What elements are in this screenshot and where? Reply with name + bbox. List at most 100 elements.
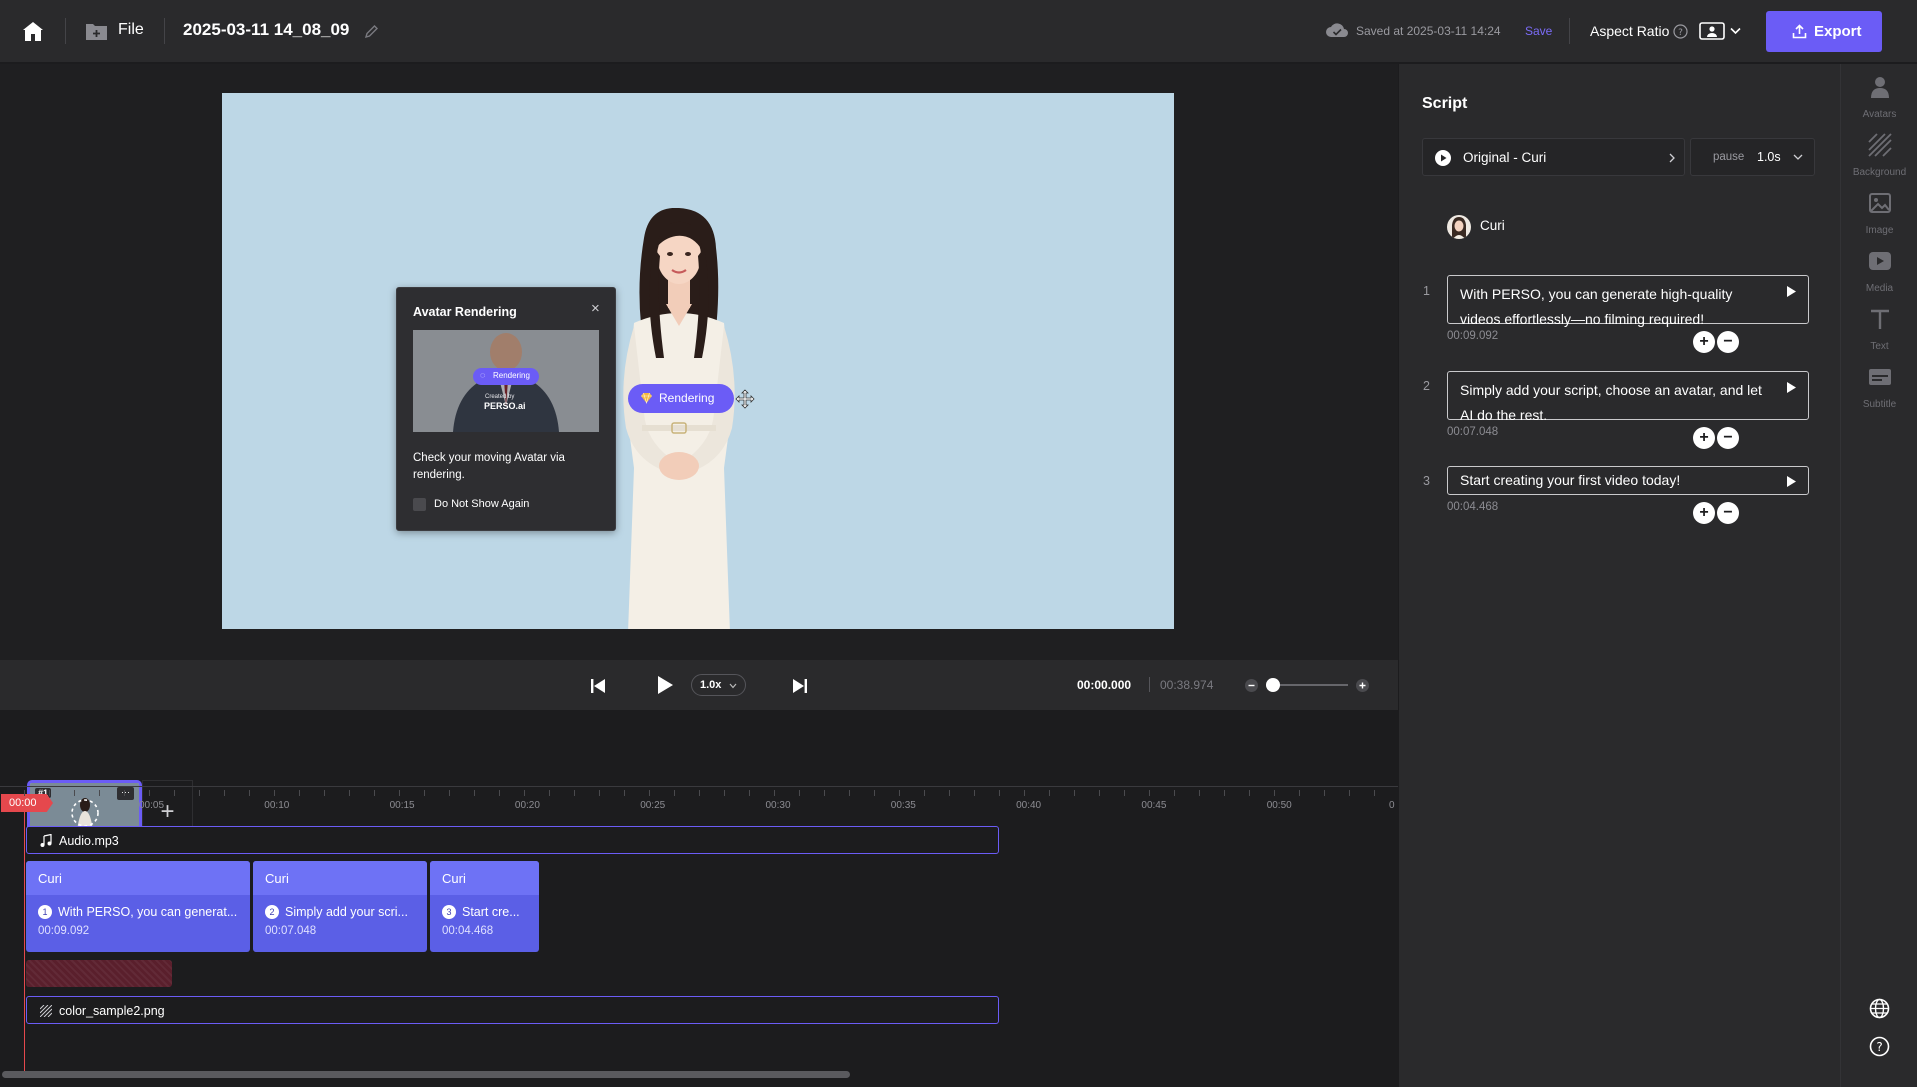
current-time: 00:00.000 (1077, 678, 1132, 692)
file-menu-button[interactable]: File (85, 20, 155, 44)
timeline-tick-label: 0 (1389, 800, 1395, 811)
rail-label: Avatars (1862, 109, 1897, 120)
remove-line-button[interactable]: − (1717, 427, 1739, 449)
rail-image[interactable]: Image (1841, 180, 1917, 240)
timeline-tick-label: 00:35 (890, 800, 916, 811)
remove-line-button[interactable]: − (1717, 502, 1739, 524)
rendering-badge-label: Rendering (659, 391, 715, 405)
top-header: File 2025-03-11 14_08_09 Saved at 2025-0… (0, 0, 1917, 63)
popup-message: Check your moving Avatar via rendering. (413, 452, 565, 481)
script-clip-3[interactable]: Curi 3 Start cre... 00:04.468 (430, 861, 539, 952)
pause-label: pause (1713, 151, 1745, 163)
rail-background[interactable]: Background (1841, 122, 1917, 182)
speed-value: 1.0x (700, 679, 722, 691)
video-canvas[interactable]: Rendering Avatar Rendering × ◌ Rendering… (222, 93, 1174, 629)
script-line-3[interactable]: Start creating your first video today! (1447, 466, 1809, 495)
rail-subtitle[interactable]: Subtitle (1841, 354, 1917, 414)
aspect-ratio-dropdown[interactable] (1699, 21, 1744, 41)
background-icon (1867, 133, 1892, 157)
timeline-tick-label: 00:40 (1016, 800, 1042, 811)
play-line-icon[interactable] (1786, 475, 1797, 488)
zoom-out-icon[interactable] (1244, 678, 1259, 693)
clip-text: With PERSO, you can generat... (58, 905, 238, 919)
globe-language-icon[interactable] (1869, 998, 1890, 1019)
clip-duration: 00:09.092 (38, 925, 90, 937)
script-line-duration: 00:09.092 (1447, 330, 1499, 342)
add-line-button[interactable]: + (1693, 427, 1715, 449)
zoom-in-icon[interactable] (1355, 678, 1370, 693)
timeline-tick-label: 00:05 (139, 800, 165, 811)
script-line-text: Start creating your first video today! (1460, 472, 1681, 488)
script-line-number: 1 (1423, 284, 1430, 298)
script-line-duration: 00:04.468 (1447, 501, 1499, 513)
clip-number: 3 (442, 905, 456, 919)
avatar-figure[interactable] (604, 208, 754, 629)
rail-text[interactable]: Text (1841, 296, 1917, 356)
clip-number: 1 (38, 905, 52, 919)
export-button[interactable]: Export (1766, 11, 1882, 52)
play-icon[interactable] (656, 675, 674, 695)
timeline-tick-label: 00:30 (765, 800, 791, 811)
timeline-scrollbar[interactable] (2, 1071, 850, 1078)
add-line-button[interactable]: + (1693, 331, 1715, 353)
script-line-number: 3 (1423, 474, 1430, 488)
preview-check-icon: ◌ (480, 370, 486, 380)
preview-brand: PERSO.ai (484, 401, 526, 411)
do-not-show-checkbox[interactable]: Do Not Show Again (413, 497, 593, 513)
timeline-tick-label: 00:50 (1266, 800, 1292, 811)
play-line-icon[interactable] (1786, 285, 1797, 298)
home-icon[interactable] (22, 21, 44, 42)
pause-dropdown[interactable]: pause 1.0s (1690, 138, 1815, 176)
popup-title: Avatar Rendering (413, 305, 517, 319)
help-icon[interactable]: ? (1869, 1036, 1890, 1057)
project-title[interactable]: 2025-03-11 14_08_09 (183, 20, 349, 40)
folder-add-icon (86, 24, 107, 40)
text-icon (1870, 309, 1889, 329)
script-clip-1[interactable]: Curi 1 With PERSO, you can generat... 00:… (26, 861, 250, 952)
rail-media[interactable]: Media (1841, 238, 1917, 298)
voice-selector[interactable]: Original - Curi (1422, 138, 1685, 176)
edit-pencil-icon[interactable] (364, 24, 379, 39)
zoom-slider-thumb[interactable] (1266, 678, 1280, 692)
avatar-rendering-popup: Avatar Rendering × ◌ Rendering Created b… (396, 287, 616, 531)
add-line-button[interactable]: + (1693, 502, 1715, 524)
timeline-tick-label: 00:45 (1141, 800, 1167, 811)
script-line-1[interactable]: With PERSO, you can generate high-qualit… (1447, 275, 1809, 327)
portrait-frame-icon (1699, 22, 1725, 40)
rail-label: Text (1870, 341, 1889, 352)
popup-close-icon[interactable]: × (591, 300, 600, 317)
rail-label: Image (1865, 225, 1894, 236)
playhead-label[interactable]: 00:00 (1, 794, 53, 812)
skip-back-icon[interactable] (590, 678, 606, 694)
help-circle-icon[interactable]: ? (1673, 24, 1688, 39)
rail-label: Background (1852, 167, 1907, 178)
rendering-badge[interactable]: Rendering (628, 384, 734, 413)
avatar-render-track[interactable] (26, 960, 172, 987)
remove-line-button[interactable]: − (1717, 331, 1739, 353)
canvas-area: Rendering Avatar Rendering × ◌ Rendering… (0, 64, 1398, 660)
rail-avatars[interactable]: Avatars (1841, 64, 1917, 124)
script-clip-2[interactable]: Curi 2 Simply add your scri... 00:07.048 (253, 861, 427, 952)
clip-speaker: Curi (253, 861, 427, 895)
rail-label: Subtitle (1862, 399, 1897, 410)
subtitle-icon (1868, 369, 1891, 385)
move-cursor-icon[interactable] (735, 389, 755, 409)
timeline-tick-label: 00:20 (514, 800, 540, 811)
clip-text: Start cre... (462, 905, 520, 919)
skip-forward-icon[interactable] (792, 678, 808, 694)
timeline-ruler-line (0, 786, 1398, 787)
clip-number: 2 (265, 905, 279, 919)
chevron-right-icon (1669, 153, 1675, 163)
audio-track[interactable]: Audio.mp3 (26, 826, 999, 854)
voice-selector-label: Original - Curi (1463, 150, 1547, 165)
export-label: Export (1814, 23, 1862, 40)
save-button[interactable]: Save (1525, 24, 1552, 38)
preview-rendering-label: Rendering (493, 371, 530, 380)
avatar-icon (1870, 77, 1889, 98)
speed-dropdown[interactable]: 1.0x (691, 674, 746, 696)
background-image-track[interactable]: color_sample2.png (26, 996, 999, 1024)
popup-preview-image: ◌ Rendering Created by PERSO.ai (413, 330, 599, 432)
script-line-2[interactable]: Simply add your script, choose an avatar… (1447, 371, 1809, 423)
play-line-icon[interactable] (1786, 381, 1797, 394)
preview-created-by: Created by (485, 394, 515, 400)
